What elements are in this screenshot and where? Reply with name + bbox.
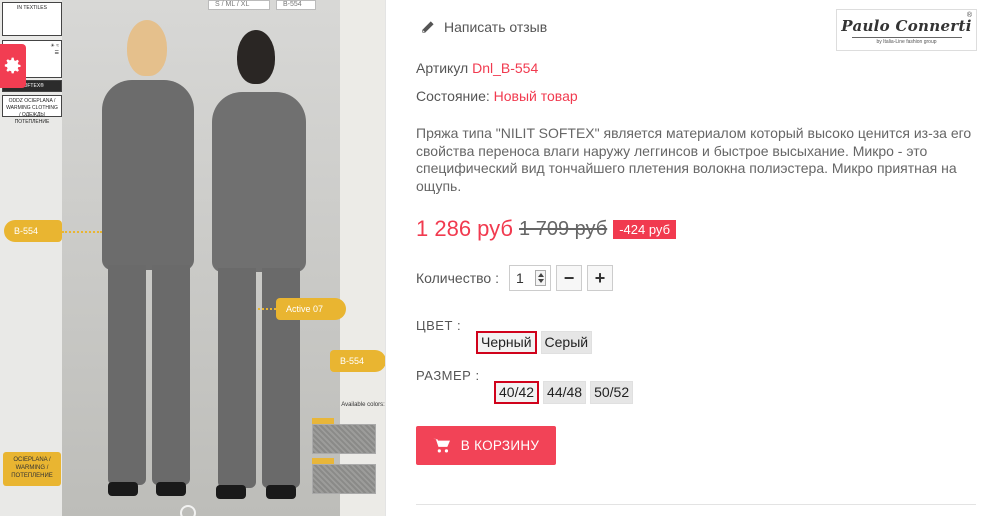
model-tag: B-554	[276, 0, 316, 10]
gear-icon	[4, 57, 21, 74]
condition-label: Состояние:	[416, 88, 490, 104]
product-image[interactable]: S / ML / XL B-554 IN TEXTILES ☀ ≈ ☰ SOFTE…	[0, 0, 386, 516]
fabric-swatch	[312, 464, 376, 494]
sku-value: Dnl_B-554	[472, 60, 539, 76]
label-box: IN TEXTILES	[2, 2, 62, 36]
size-options: 40/42 44/48 50/52	[494, 381, 637, 404]
size-option-50-52[interactable]: 50/52	[590, 381, 634, 404]
section-divider	[416, 504, 976, 505]
callout-line	[258, 308, 276, 310]
discount-badge: -424 руб	[613, 219, 677, 239]
size-tag: S / ML / XL	[208, 0, 270, 10]
callout-line	[62, 231, 102, 233]
product-photo	[62, 0, 350, 516]
quantity-increase-button[interactable]: +	[586, 265, 613, 291]
sku-label: Артикул	[416, 60, 469, 76]
quantity-value: 1	[515, 270, 524, 286]
quantity-decrease-button[interactable]: −	[555, 265, 582, 291]
quantity-label: Количество :	[416, 270, 499, 286]
color-label: ЦВЕТ :	[416, 318, 462, 333]
shopping-cart-icon	[432, 438, 450, 452]
color-option-grey[interactable]: Серый	[540, 331, 593, 354]
fabric-swatch	[312, 424, 376, 454]
callout-tag: Active 07	[276, 298, 346, 320]
write-review-label: Написать отзыв	[444, 19, 548, 35]
brand-logo[interactable]: Paulo Connerti by Italia-Line fashion gr…	[836, 9, 977, 51]
product-description: Пряжа типа "NILIT SOFTEX" является матер…	[416, 125, 972, 194]
quantity-spinner[interactable]	[534, 270, 546, 286]
warming-badge: OCIEPLANA / WARMING / ПОТЕПЛЕНИЕ	[3, 452, 61, 486]
brand-name: Paulo Connerti	[841, 17, 972, 35]
callout-tag: B-554	[330, 350, 385, 372]
price-row: 1 286 руб 1 709 руб -424 руб	[416, 216, 677, 242]
color-options: Черный Серый	[476, 331, 596, 354]
old-price: 1 709 руб	[519, 217, 608, 240]
registered-mark: ®	[966, 12, 972, 19]
current-price: 1 286 руб	[416, 216, 514, 241]
add-to-cart-button[interactable]: В КОРЗИНУ	[416, 426, 556, 465]
size-option-40-42[interactable]: 40/42	[494, 381, 540, 404]
condition-row: Состояние: Новый товар	[416, 88, 578, 104]
brand-divider	[851, 37, 962, 38]
add-to-cart-label: В КОРЗИНУ	[460, 438, 540, 453]
quantity-row: Количество : 1 − +	[416, 265, 613, 291]
available-colors-label: Available colors:	[341, 402, 385, 408]
settings-button[interactable]	[0, 44, 26, 88]
label-box: ODDZ OCIEPLANA / WARMING CLOTHING / ОДЕЖ…	[2, 95, 62, 125]
brand-subtitle: by Italia-Line fashion group	[876, 39, 937, 45]
product-info: Написать отзыв Paulo Connerti by Italia-…	[416, 0, 977, 516]
size-label: РАЗМЕР :	[416, 368, 480, 383]
pencil-icon	[422, 20, 434, 33]
size-option-44-48[interactable]: 44/48	[543, 381, 587, 404]
quantity-input[interactable]: 1	[508, 265, 551, 291]
callout-tag: B-554	[4, 220, 62, 242]
condition-value: Новый товар	[493, 88, 578, 104]
write-review-link[interactable]: Написать отзыв	[420, 19, 547, 35]
sku-row: Артикул Dnl_B-554	[416, 60, 538, 76]
color-option-black[interactable]: Черный	[476, 331, 537, 354]
zoom-icon[interactable]	[180, 505, 196, 516]
